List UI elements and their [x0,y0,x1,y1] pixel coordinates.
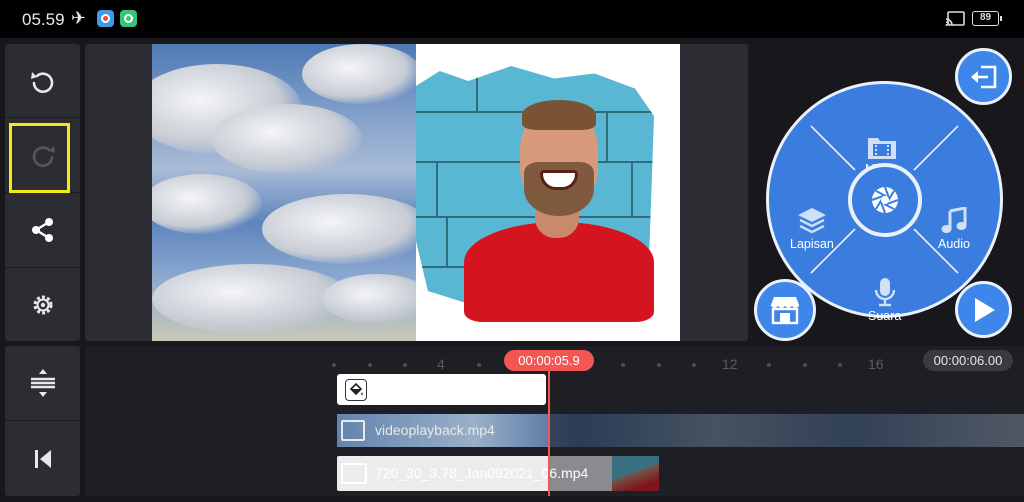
status-bar: 05.59 ✈ 89 [0,0,1024,38]
current-time-badge[interactable]: 00:00:05.9 [504,350,594,371]
film-icon [341,420,365,441]
status-time: 05.59 [22,10,65,29]
image-icon [341,463,367,484]
app-notification-icon [97,10,114,27]
share-icon [31,218,53,242]
media-film-icon [868,138,897,159]
settings-button[interactable] [5,268,80,341]
layers-icon [797,208,826,234]
asset-store-button[interactable] [754,279,816,341]
play-icon [974,297,995,322]
paint-bucket-icon [345,379,367,401]
store-icon [770,297,800,325]
edit-toolbar [5,44,80,341]
share-button[interactable] [5,193,80,267]
playhead-line[interactable] [548,371,550,496]
split-tracks-button[interactable] [5,346,80,420]
share-highlight-box [9,123,70,193]
audio-button[interactable]: Audio [938,207,970,251]
battery-icon: 89 [972,11,1002,26]
microphone-icon [874,278,895,307]
ruler-label: 4 [437,356,445,372]
layers-button[interactable]: Lapisan [790,207,834,251]
play-button[interactable] [955,281,1012,338]
video-preview[interactable] [152,44,680,341]
image-clip-track[interactable]: 720_30_3.78_Jan092021_06.mp4 [337,456,659,491]
ruler-label: 16 [868,356,884,372]
total-duration-badge: 00:00:06.00 [923,350,1013,371]
capture-button[interactable] [848,163,922,237]
settings-icon [33,295,52,314]
undo-button[interactable] [5,44,80,117]
timeline[interactable]: 4 12 16 videoplayback.mp4 720_30_3.78_Ja… [85,346,1024,496]
voice-label: Suara [868,309,902,323]
image-clip-name: 720_30_3.78_Jan092021_06.mp4 [375,465,589,481]
jump-to-start-icon [34,449,51,468]
camera-aperture-icon [871,186,899,214]
exit-button[interactable] [955,48,1012,105]
video-clip-track[interactable]: videoplayback.mp4 [337,414,1024,447]
app-notification-icon [120,10,137,27]
voice-button[interactable]: Suara [868,277,901,323]
music-note-icon [941,207,967,233]
sky-video-layer [152,44,432,341]
video-editor: Media Audio Suara [0,38,1024,502]
media-wheel: Media Audio Suara [766,81,1003,323]
airplane-mode-icon: ✈ [71,8,87,28]
timeline-toolbar [5,346,80,496]
exit-icon [970,65,996,88]
audio-label: Audio [938,237,970,251]
split-tracks-icon [30,369,55,397]
undo-icon [30,71,53,93]
video-clip-name: videoplayback.mp4 [375,422,495,438]
cast-icon [945,11,965,26]
portrait-image-layer [416,44,680,341]
layers-label: Lapisan [790,237,834,251]
background-color-clip[interactable] [337,374,546,405]
preview-area[interactable] [85,44,748,341]
jump-to-start-button[interactable] [5,421,80,496]
ruler-label: 12 [722,356,738,372]
